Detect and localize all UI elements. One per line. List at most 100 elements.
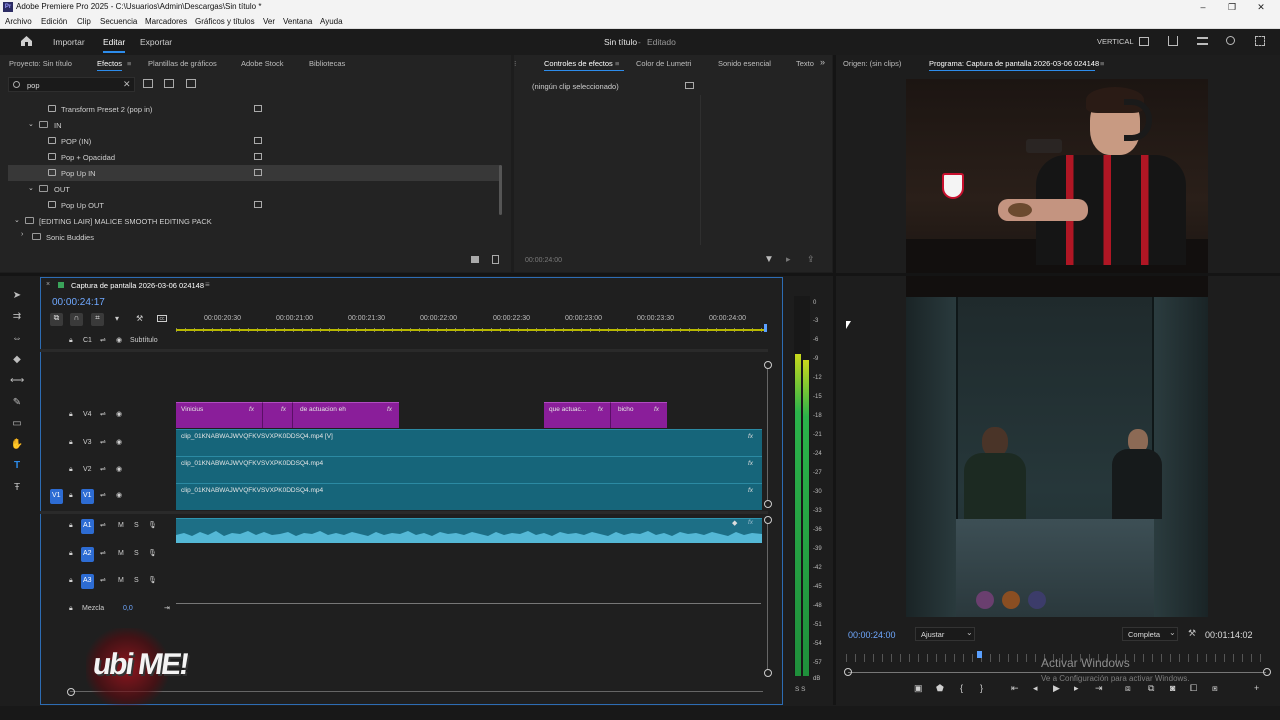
tree-item-pop-in[interactable]: POP (IN) <box>8 133 500 149</box>
menu-secuencia[interactable]: Secuencia <box>100 17 137 26</box>
timeline-ruler[interactable] <box>176 312 768 332</box>
step-back-icon[interactable]: ◂ <box>1033 683 1038 694</box>
yuv-effects-icon[interactable] <box>186 79 196 88</box>
mute-button[interactable]: M <box>118 577 124 584</box>
tree-folder-sonic-buddies[interactable]: › Sonic Buddies <box>8 229 500 245</box>
menu-archivo[interactable]: Archivo <box>5 17 32 26</box>
eye-icon[interactable]: ◉ <box>116 410 122 418</box>
close-icon[interactable]: ✕ <box>1254 1 1268 13</box>
tab-proyecto[interactable]: Proyecto: Sin título <box>9 59 72 68</box>
tab-origen[interactable]: Origen: (sin clips) <box>843 59 901 68</box>
tab-controles-efectos[interactable]: Controles de efectos <box>544 59 613 68</box>
camera-icon[interactable]: ◙ <box>1170 683 1175 693</box>
menu-ayuda[interactable]: Ayuda <box>320 17 343 26</box>
program-playhead[interactable] <box>977 651 982 658</box>
sequence-name[interactable]: Captura de pantalla 2026-03-06 024148 <box>71 281 204 290</box>
maximize-icon[interactable]: ❐ <box>1225 1 1239 13</box>
play-icon[interactable]: ▶ <box>1053 683 1060 694</box>
extract-icon[interactable]: ⧉ <box>1148 683 1154 694</box>
tree-item-transform-preset[interactable]: Transform Preset 2 (pop in) <box>8 101 500 117</box>
lock-icon[interactable]: 🔒︎ <box>69 550 73 558</box>
caption-display-icon[interactable]: cc <box>157 315 167 322</box>
tree-folder-out[interactable]: ⌄ OUT <box>8 181 500 197</box>
tab-programa[interactable]: Programa: Captura de pantalla 2026-03-06… <box>929 59 1099 68</box>
graphic-clip-bicho[interactable]: bicho fx <box>610 402 667 428</box>
panel-divider-vertical[interactable] <box>833 55 836 705</box>
effects-search-field[interactable]: pop ✕ <box>8 77 135 92</box>
video-clip-v2[interactable]: clip_01KNABWAJWVQFKVSVXPK0DDSQ4.mp4 fx <box>176 456 762 483</box>
solo-button[interactable]: S <box>134 550 139 557</box>
sync-lock-icon[interactable]: ⇌ <box>100 465 106 473</box>
more-panels-icon[interactable]: » <box>820 57 825 67</box>
zoom-bar[interactable] <box>848 672 1266 673</box>
settings-icon[interactable]: ⧆ <box>1212 683 1218 694</box>
add-marker-icon[interactable]: ▾ <box>115 314 119 323</box>
fit-select[interactable]: Ajustar ⌄ <box>915 627 975 641</box>
graphic-clip-vinicius[interactable]: Vinicius fx <box>176 402 262 428</box>
menu-clip[interactable]: Clip <box>77 17 91 26</box>
trash-icon[interactable] <box>492 255 499 264</box>
step-forward-icon[interactable]: ▸ <box>1074 683 1079 694</box>
work-area-bar[interactable] <box>176 329 766 331</box>
menu-ver[interactable]: Ver <box>263 17 275 26</box>
horizontal-scroll-handle[interactable] <box>67 688 75 696</box>
solo-button[interactable]: S <box>134 577 139 584</box>
mix-value[interactable]: 0,0 <box>123 605 133 612</box>
timeline-playhead[interactable] <box>764 324 767 332</box>
tree-folder-editing-lair[interactable]: ⌄ [EDITING LAIR] MALICE SMOOTH EDITING P… <box>8 213 500 229</box>
menu-edicion[interactable]: Edición <box>41 17 67 26</box>
ripple-edit-icon[interactable]: ⇔ <box>10 333 24 345</box>
tab-editar[interactable]: Editar <box>103 37 125 47</box>
mark-out-icon[interactable]: } <box>980 683 983 693</box>
solo-button[interactable]: S <box>134 522 139 529</box>
home-icon[interactable] <box>20 35 33 47</box>
eye-icon[interactable]: ◉ <box>116 465 122 473</box>
graphic-clip-que-actuac[interactable]: que actuac... fx <box>544 402 610 428</box>
audio-scroll-handle-bottom[interactable] <box>764 669 772 677</box>
chevron-down-icon[interactable]: ⌄ <box>28 184 34 192</box>
caption-tool-icon[interactable]: Ŧ <box>10 482 24 494</box>
audio-scroll-handle-top[interactable] <box>764 516 772 524</box>
tab-efectos[interactable]: Efectos <box>97 59 122 68</box>
program-timecode[interactable]: 00:00:24:00 <box>848 630 896 640</box>
type-tool-icon[interactable]: T <box>10 460 24 472</box>
sync-lock-icon[interactable]: ⇌ <box>100 336 106 344</box>
snap-icon[interactable]: ∩ <box>70 313 83 326</box>
go-to-out-icon[interactable]: ⇥ <box>1095 683 1103 694</box>
panel-icon[interactable] <box>1139 37 1149 46</box>
lock-icon[interactable]: 🔒︎ <box>69 605 73 613</box>
scrollbar[interactable] <box>499 165 502 215</box>
export-icon[interactable]: ⇪ <box>807 254 815 265</box>
program-video-frame[interactable] <box>906 79 1208 617</box>
nest-icon[interactable]: ⧉ <box>50 313 63 326</box>
graphic-clip-de-actuacion[interactable]: de actuacion eh fx <box>292 402 399 428</box>
hand-tool-icon[interactable]: ✋ <box>10 439 24 451</box>
zoom-handle-right[interactable] <box>1263 668 1271 676</box>
lock-icon[interactable]: 🔒︎ <box>69 337 73 345</box>
sync-lock-icon[interactable]: ⇌ <box>100 549 106 557</box>
track-select-icon[interactable]: ⇉ <box>10 311 24 323</box>
tab-importar[interactable]: Importar <box>53 37 85 47</box>
mute-button[interactable]: M <box>118 522 124 529</box>
mute-button[interactable]: M <box>118 550 124 557</box>
track-divider[interactable] <box>40 349 768 352</box>
eye-icon[interactable]: ◉ <box>116 438 122 446</box>
toggle-timeline-icon[interactable] <box>685 82 694 89</box>
mic-icon[interactable]: 🎙︎ <box>148 521 157 529</box>
eye-icon[interactable]: ◉ <box>116 336 122 344</box>
add-button-icon[interactable]: + <box>1254 683 1259 693</box>
mark-in-icon[interactable]: { <box>960 683 963 693</box>
mix-level-line[interactable] <box>176 603 761 604</box>
linked-selection-icon[interactable]: ⌗ <box>91 313 104 326</box>
tab-color-lumetri[interactable]: Color de Lumetri <box>636 59 691 68</box>
vertical-scroll-handle-top[interactable] <box>764 361 772 369</box>
mic-icon[interactable]: 🎙︎ <box>148 549 157 557</box>
selection-tool-icon[interactable]: ➤ <box>10 290 24 302</box>
video-clip-v3[interactable]: clip_01KNABWAJWVQFKVSVXPK0DDSQ4.mp4 [V] … <box>176 429 762 456</box>
sync-lock-icon[interactable]: ⇌ <box>100 438 106 446</box>
menu-lines-icon[interactable] <box>1197 37 1208 45</box>
graphic-clip-blank[interactable]: fx <box>262 402 292 428</box>
lock-icon[interactable]: 🔒︎ <box>69 439 73 447</box>
tab-bibliotecas[interactable]: Bibliotecas <box>309 59 345 68</box>
go-to-in-icon[interactable]: ⇤ <box>1011 683 1019 694</box>
